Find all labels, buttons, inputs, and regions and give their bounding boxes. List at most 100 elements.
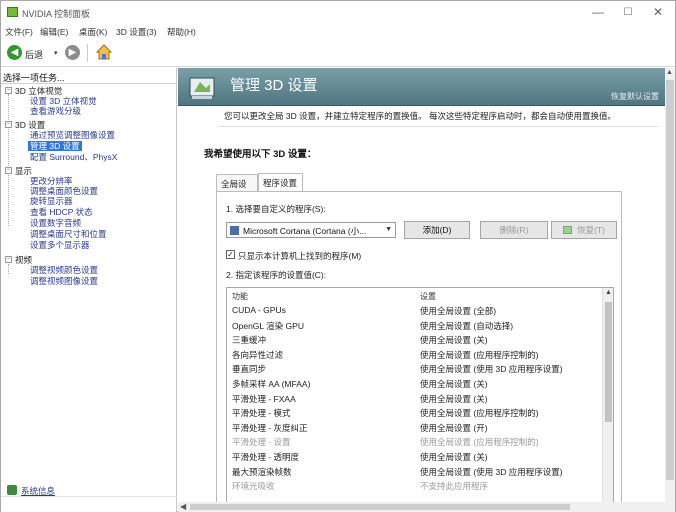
- column-header-setting: 设置: [420, 292, 436, 301]
- collapse-toggle-icon[interactable]: −: [5, 87, 12, 94]
- add-button[interactable]: 添加(D): [404, 221, 470, 239]
- row-setting[interactable]: 使用全局设置 (使用 3D 应用程序设置): [420, 466, 563, 478]
- table-row[interactable]: 多帧采样 AA (MFAA) 使用全局设置 (关): [227, 378, 599, 390]
- table-row[interactable]: 各向异性过滤 使用全局设置 (应用程序控制的): [227, 349, 599, 361]
- row-function: 垂直同步: [232, 364, 267, 375]
- row-function: CUDA - GPUs: [232, 305, 286, 315]
- menu-file[interactable]: 文件(F): [5, 26, 33, 38]
- menu-desktop[interactable]: 桌面(K): [79, 26, 107, 38]
- table-row[interactable]: 三重缓冲 使用全局设置 (关): [227, 334, 599, 346]
- scroll-up-icon[interactable]: ▲: [666, 69, 673, 76]
- scroll-up-icon[interactable]: ▲: [605, 289, 612, 296]
- tree-item-video-image[interactable]: 调整视频图像设置: [30, 276, 98, 286]
- window-title: NVIDIA 控制面板: [22, 9, 91, 19]
- page-banner: 管理 3D 设置 恢复默认设置: [178, 68, 665, 106]
- restore-button[interactable]: 恢复(T): [551, 221, 617, 239]
- scrollbar-thumb[interactable]: [190, 504, 570, 510]
- table-row[interactable]: 平滑处理 - 透明度 使用全局设置 (关): [227, 451, 599, 463]
- tree-item-desktop-color[interactable]: 调整桌面颜色设置: [30, 186, 98, 196]
- home-icon[interactable]: [95, 43, 113, 61]
- system-info-link[interactable]: 系统信息: [21, 485, 55, 497]
- show-found-programs-checkbox[interactable]: ✓: [226, 250, 235, 259]
- tree-item-hdcp[interactable]: 查看 HDCP 状态: [30, 207, 93, 217]
- back-label[interactable]: 后退: [25, 48, 43, 61]
- table-row[interactable]: 平滑处理 - FXAA 使用全局设置 (关): [227, 393, 599, 405]
- divider: [1, 83, 177, 84]
- arrow-right-icon: ▶: [68, 47, 77, 58]
- table-row[interactable]: 平滑处理 - 设置 使用全局设置 (应用程序控制的): [227, 436, 599, 448]
- tree-cat-stereo[interactable]: 3D 立体视觉: [15, 86, 62, 96]
- tree-item-game-rating[interactable]: 查看游戏分级: [30, 106, 81, 116]
- scroll-left-icon[interactable]: ◀: [180, 502, 186, 511]
- program-settings-panel: 1. 选择要自定义的程序(S): Microsoft Cortana (Cort…: [216, 191, 622, 512]
- table-row[interactable]: OpenGL 渲染 GPU 使用全局设置 (自动选择): [227, 320, 599, 332]
- table-row[interactable]: CUDA - GPUs 使用全局设置 (全部): [227, 305, 599, 317]
- row-setting[interactable]: 使用全局设置 (自动选择): [420, 320, 513, 332]
- table-row[interactable]: 平滑处理 - 模式 使用全局设置 (应用程序控制的): [227, 407, 599, 419]
- horizontal-scrollbar[interactable]: ◀: [178, 502, 665, 512]
- program-select[interactable]: Microsoft Cortana (Cortana (小... ▼: [226, 222, 396, 238]
- row-function: 三重缓冲: [232, 335, 267, 346]
- tree-item-digital-audio[interactable]: 设置数字音频: [30, 218, 81, 228]
- collapse-toggle-icon[interactable]: −: [5, 167, 12, 174]
- forward-button[interactable]: ▶: [65, 45, 80, 60]
- row-function: 平滑处理 - 灰度纠正: [232, 422, 308, 433]
- menu-bar: 文件(F) 编辑(E) 桌面(K) 3D 设置(3) 帮助(H): [1, 24, 675, 39]
- collapse-toggle-icon[interactable]: −: [5, 121, 12, 128]
- menu-3d-settings[interactable]: 3D 设置(3): [116, 26, 157, 38]
- tree-cat-display[interactable]: 显示: [15, 166, 32, 176]
- row-setting[interactable]: 使用全局设置 (应用程序控制的): [420, 407, 539, 419]
- table-scrollbar[interactable]: ▲: [602, 288, 613, 512]
- tree-line: [8, 94, 9, 226]
- row-setting[interactable]: 使用全局设置 (关): [420, 451, 488, 463]
- tree-item-multi-display[interactable]: 设置多个显示器: [30, 240, 90, 250]
- tree-item-resolution[interactable]: 更改分辨率: [30, 176, 73, 186]
- collapse-toggle-icon[interactable]: −: [5, 256, 12, 263]
- tree-cat-3d-settings[interactable]: 3D 设置: [15, 120, 45, 130]
- settings-table: 功能 设置 CUDA - GPUs 使用全局设置 (全部) OpenGL 渲染 GP…: [226, 287, 614, 512]
- row-setting[interactable]: 使用全局设置 (开): [420, 422, 488, 434]
- table-row[interactable]: 平滑处理 - 灰度纠正 使用全局设置 (开): [227, 422, 599, 434]
- menu-edit[interactable]: 编辑(E): [40, 26, 68, 38]
- tab-global-settings[interactable]: 全局设置: [216, 174, 258, 201]
- page-scrollbar[interactable]: ▲: [665, 68, 675, 512]
- row-setting[interactable]: 不支持此应用程序: [420, 480, 488, 492]
- tree-item-preview-image[interactable]: 通过预览调整图像设置: [30, 130, 115, 140]
- row-setting[interactable]: 使用全局设置 (使用 3D 应用程序设置): [420, 363, 563, 375]
- close-button[interactable]: ✕: [645, 3, 671, 21]
- row-setting[interactable]: 使用全局设置 (应用程序控制的): [420, 349, 539, 361]
- tree-item-surround-physx[interactable]: 配置 Surround、PhysX: [30, 152, 117, 162]
- scrollbar-thumb[interactable]: [605, 302, 612, 422]
- table-row[interactable]: 最大预渲染帧数 使用全局设置 (使用 3D 应用程序设置): [227, 466, 599, 478]
- nvidia-control-panel-window: NVIDIA 控制面板 — ☐ ✕ 文件(F) 编辑(E) 桌面(K) 3D 设…: [0, 0, 676, 512]
- tree-item-video-color[interactable]: 调整视频颜色设置: [30, 265, 98, 275]
- toolbar: ◀ 后退 ▾ ▶: [1, 39, 675, 67]
- row-setting[interactable]: 使用全局设置 (关): [420, 378, 488, 390]
- 3d-settings-icon: [189, 77, 215, 99]
- table-row[interactable]: 环境光吸收 不支持此应用程序: [227, 480, 599, 492]
- table-row[interactable]: 垂直同步 使用全局设置 (使用 3D 应用程序设置): [227, 363, 599, 375]
- back-dropdown-chevron-icon[interactable]: ▾: [54, 49, 58, 57]
- checkbox-label[interactable]: 只显示本计算机上找到的程序(M): [238, 250, 361, 262]
- scrollbar-thumb[interactable]: [666, 80, 674, 480]
- row-function: 多帧采样 AA (MFAA): [232, 379, 311, 389]
- menu-help[interactable]: 帮助(H): [167, 26, 196, 38]
- row-function: 平滑处理 - 模式: [232, 408, 291, 419]
- tree-cat-video[interactable]: 视频: [15, 255, 32, 265]
- tree-item-stereo-setup[interactable]: 设置 3D 立体视觉: [30, 96, 97, 106]
- row-setting[interactable]: 使用全局设置 (应用程序控制的): [420, 436, 539, 448]
- row-setting[interactable]: 使用全局设置 (关): [420, 334, 488, 346]
- minimize-button[interactable]: —: [585, 3, 611, 21]
- restore-defaults-link[interactable]: 恢复默认设置: [611, 91, 659, 102]
- row-setting[interactable]: 使用全局设置 (关): [420, 393, 488, 405]
- divider: [218, 126, 658, 127]
- tree-line: [8, 264, 9, 274]
- maximize-button[interactable]: ☐: [615, 3, 641, 21]
- tree-item-rotate-display[interactable]: 旋转显示器: [30, 196, 73, 206]
- tree-item-desktop-size[interactable]: 调整桌面尺寸和位置: [30, 229, 107, 239]
- tab-program-settings[interactable]: 程序设置: [258, 173, 303, 191]
- back-button[interactable]: ◀: [7, 45, 22, 60]
- delete-button[interactable]: 删除(R): [480, 221, 548, 239]
- tree-item-manage-3d[interactable]: 管理 3D 设置: [28, 141, 82, 151]
- row-setting[interactable]: 使用全局设置 (全部): [420, 305, 496, 317]
